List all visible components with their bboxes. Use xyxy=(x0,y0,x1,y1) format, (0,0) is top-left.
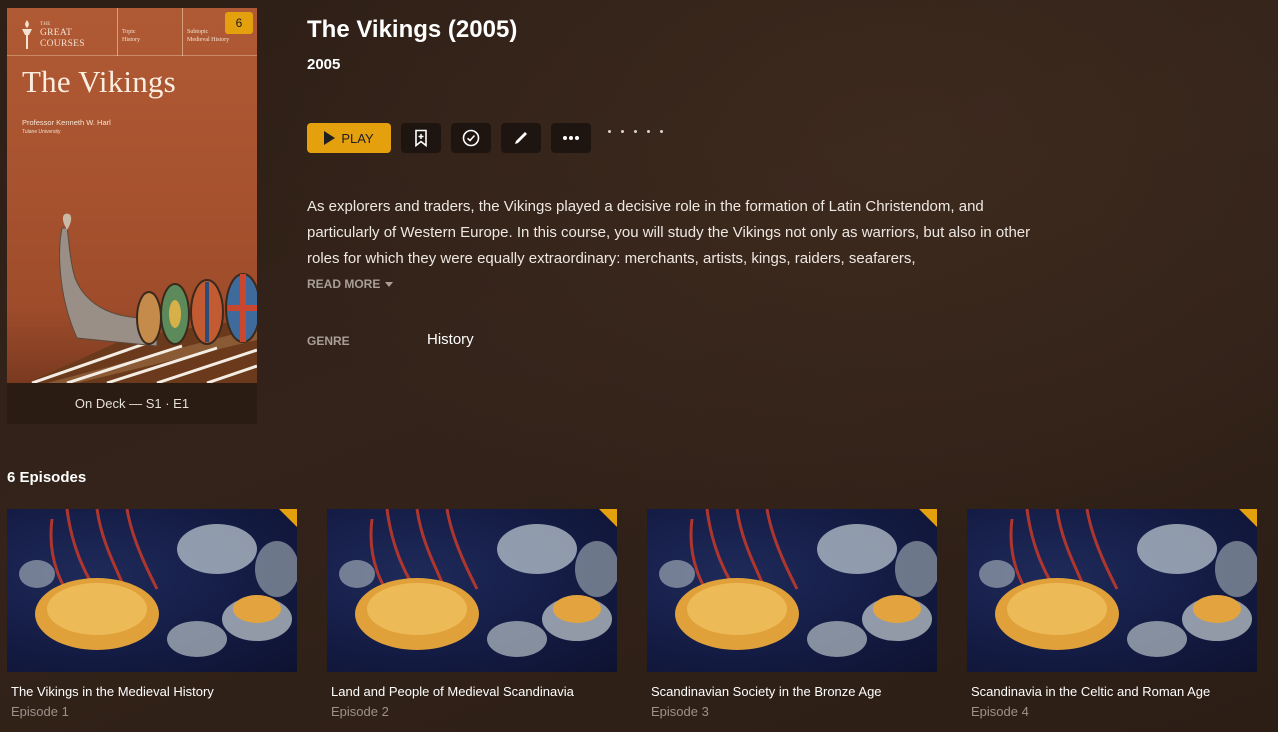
episode-title[interactable]: Scandinavian Society in the Bronze Age xyxy=(647,684,937,699)
episode-number: Episode 2 xyxy=(331,704,389,719)
poster-professor: Professor Kenneth W. Harl xyxy=(22,118,111,127)
poster-title: The Vikings xyxy=(22,64,176,99)
pencil-icon xyxy=(515,132,527,144)
poster-topic: Topic History xyxy=(117,8,181,56)
bookmark-icon xyxy=(415,129,427,147)
star-rating[interactable] xyxy=(608,130,663,133)
action-bar: PLAY xyxy=(307,123,591,153)
summary-text: As explorers and traders, the Vikings pl… xyxy=(307,198,1031,267)
read-more-button[interactable]: READ MORE xyxy=(307,277,394,291)
more-options-button[interactable] xyxy=(551,123,591,153)
watchlist-button[interactable] xyxy=(401,123,441,153)
read-more-label: READ MORE xyxy=(307,277,381,291)
episode-title[interactable]: Land and People of Medieval Scandinavia xyxy=(327,684,617,699)
episode-thumbnail[interactable] xyxy=(7,509,297,672)
rating-dot[interactable] xyxy=(660,130,663,133)
more-icon xyxy=(563,136,579,140)
episode-number: Episode 1 xyxy=(11,704,69,719)
edit-button[interactable] xyxy=(501,123,541,153)
episode-title[interactable]: The Vikings in the Medieval History xyxy=(7,684,297,699)
episode-number: Episode 3 xyxy=(651,704,709,719)
check-circle-icon xyxy=(462,129,480,147)
mark-watched-button[interactable] xyxy=(451,123,491,153)
play-button[interactable]: PLAY xyxy=(307,123,391,153)
viking-ship-illustration xyxy=(27,213,257,383)
unwatched-indicator xyxy=(1239,509,1257,527)
episodes-heading: 6 Episodes xyxy=(7,469,87,486)
episode-card[interactable]: Land and People of Medieval Scandinavia … xyxy=(327,509,617,719)
episode-thumbnail[interactable] xyxy=(967,509,1257,672)
episode-thumbnail[interactable] xyxy=(647,509,937,672)
genre-value[interactable]: History xyxy=(427,331,474,348)
episode-card[interactable]: The Vikings in the Medieval History Epis… xyxy=(7,509,297,719)
unwatched-indicator xyxy=(279,509,297,527)
unwatched-indicator xyxy=(919,509,937,527)
jellyfish-thumbnail-art xyxy=(659,509,937,657)
unwatched-indicator xyxy=(599,509,617,527)
unwatched-count-badge: 6 xyxy=(225,12,253,34)
play-icon xyxy=(324,131,336,145)
poster-header: THE GREAT COURSES Topic History Subtopic… xyxy=(7,8,257,56)
episode-number: Episode 4 xyxy=(971,704,1029,719)
poster-university: Tulane University xyxy=(22,129,61,135)
on-deck-label[interactable]: On Deck — S1 · E1 xyxy=(7,396,257,411)
episode-thumbnail[interactable] xyxy=(327,509,617,672)
rating-dot[interactable] xyxy=(634,130,637,133)
jellyfish-thumbnail-art xyxy=(979,509,1257,657)
episode-title[interactable]: Scandinavia in the Celtic and Roman Age xyxy=(967,684,1257,699)
great-courses-logo: THE GREAT COURSES xyxy=(40,22,85,49)
page-title: The Vikings (2005) xyxy=(307,16,518,43)
episode-card[interactable]: Scandinavia in the Celtic and Roman Age … xyxy=(967,509,1257,719)
rating-dot[interactable] xyxy=(647,130,650,133)
jellyfish-thumbnail-art xyxy=(339,509,617,657)
torch-logo-icon xyxy=(22,20,32,49)
jellyfish-thumbnail-art xyxy=(19,509,297,657)
poster-image[interactable]: THE GREAT COURSES Topic History Subtopic… xyxy=(7,8,257,383)
genre-label: GENRE xyxy=(307,334,350,348)
rating-dot[interactable] xyxy=(621,130,624,133)
play-button-label: PLAY xyxy=(341,130,374,146)
episode-card[interactable]: Scandinavian Society in the Bronze Age E… xyxy=(647,509,937,719)
release-year: 2005 xyxy=(307,56,341,73)
caret-down-icon xyxy=(385,281,394,287)
rating-dot[interactable] xyxy=(608,130,611,133)
poster-card[interactable]: THE GREAT COURSES Topic History Subtopic… xyxy=(7,8,257,424)
